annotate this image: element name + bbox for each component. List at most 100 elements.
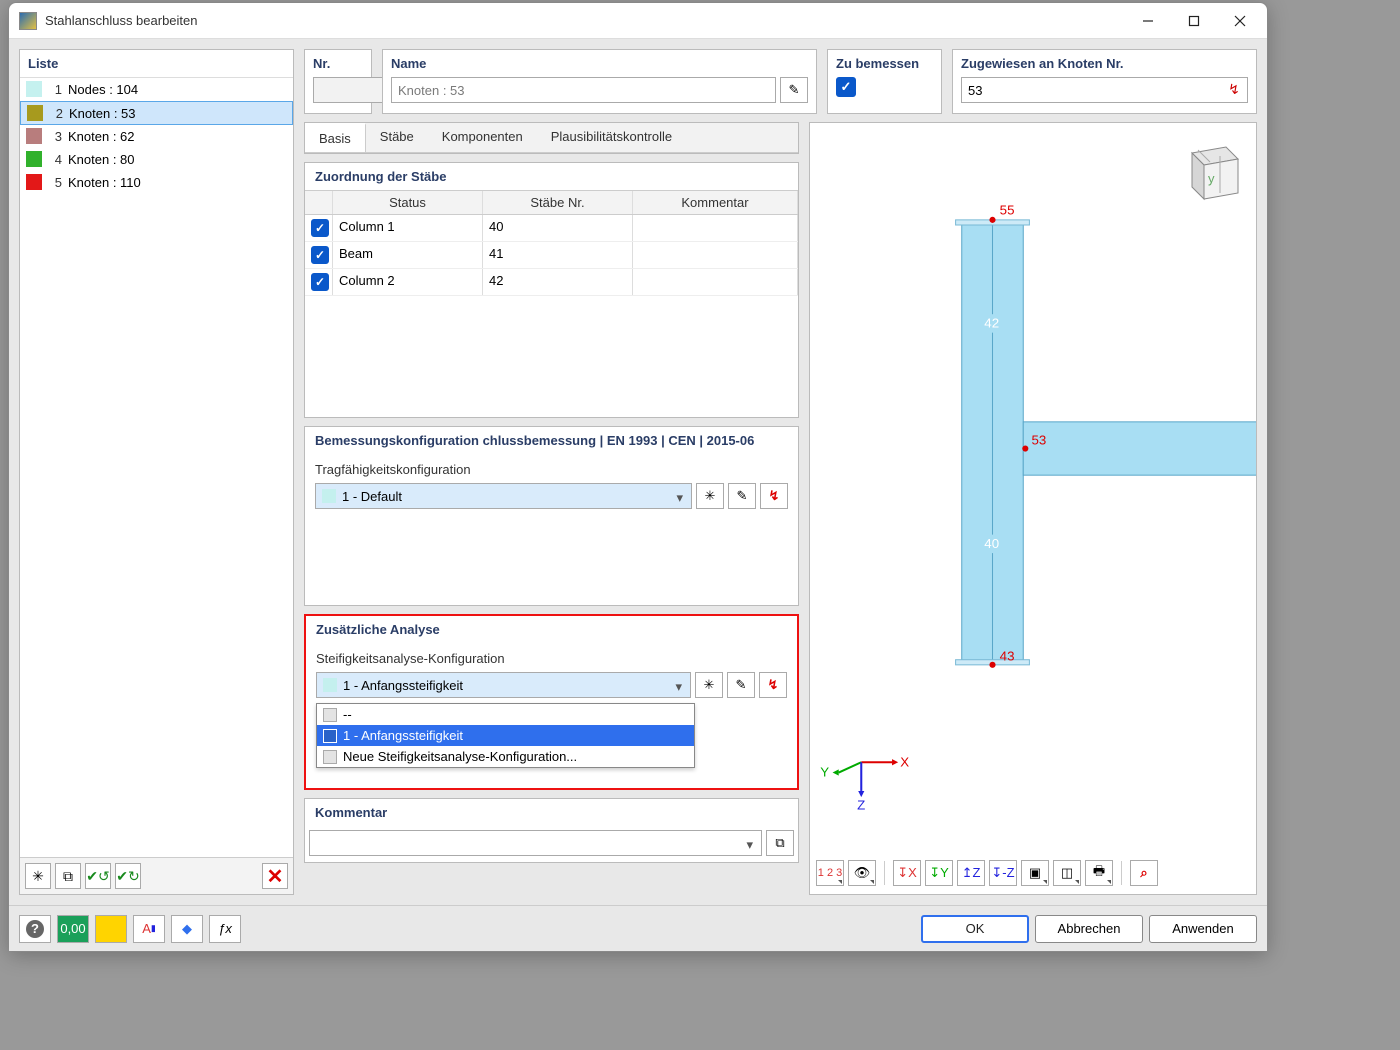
color-swatch — [26, 81, 42, 97]
duplicate-item-button[interactable]: ⧉ — [55, 863, 81, 889]
list-item[interactable]: 3 Knoten : 62 — [20, 125, 293, 148]
color-button[interactable] — [95, 915, 127, 943]
view-x-button[interactable]: ↧X — [893, 860, 921, 886]
edit-name-button[interactable]: ✎ — [780, 77, 808, 103]
edit-config-button[interactable]: ✎ — [728, 483, 756, 509]
table-row[interactable]: ✓ Column 2 42 — [305, 269, 798, 296]
list-item[interactable]: 2 Knoten : 53 — [20, 101, 293, 125]
window-controls — [1125, 6, 1263, 36]
row-checkbox[interactable]: ✓ — [311, 219, 329, 237]
maximize-button[interactable] — [1171, 6, 1217, 36]
help-button[interactable]: ? — [19, 915, 51, 943]
name-label: Name — [391, 56, 808, 71]
row-checkbox[interactable]: ✓ — [311, 273, 329, 291]
help-icon: ? — [26, 920, 44, 938]
list-item[interactable]: 1 Nodes : 104 — [20, 78, 293, 101]
svg-text:y: y — [1208, 171, 1215, 186]
app-icon — [19, 12, 37, 30]
view-iso-button[interactable]: ▣ — [1021, 860, 1049, 886]
pick-in-view-button[interactable]: ↯ — [1223, 78, 1245, 100]
delete-item-button[interactable]: ✕ — [262, 863, 288, 889]
color-swatch — [27, 105, 43, 121]
footer: ? 0,00 A▮ ◆ ƒx OK Abbrechen Anwenden — [9, 905, 1267, 951]
list-label: Knoten : 110 — [68, 175, 141, 190]
additional-analysis-section: Zusätzliche Analyse Steifigkeitsanalyse-… — [304, 614, 799, 790]
list-item[interactable]: 5 Knoten : 110 — [20, 171, 293, 194]
minimize-button[interactable] — [1125, 6, 1171, 36]
view-show-button[interactable]: 👁 — [848, 860, 876, 886]
glyph-button[interactable]: A▮ — [133, 915, 165, 943]
view-123-button[interactable]: 1 2 3 — [816, 860, 844, 886]
tabstrip: Basis Stäbe Komponenten Plausibilitätsko… — [305, 123, 798, 153]
bemessen-checkbox[interactable]: ✓ — [836, 77, 856, 97]
additional-label: Steifigkeitsanalyse-Konfiguration — [316, 651, 787, 666]
check-all-button[interactable]: ✔↺ — [85, 863, 111, 889]
color-swatch — [26, 128, 42, 144]
option-swatch — [323, 729, 337, 743]
comment-section: Kommentar ▾ ⧉ — [304, 798, 799, 863]
list-toolbar: ✳ ⧉ ✔↺ ✔↻ ✕ — [20, 857, 293, 894]
body: Liste 1 Nodes : 104 2 Knoten : 53 3 Knot… — [9, 39, 1267, 905]
row-checkbox[interactable]: ✓ — [311, 246, 329, 264]
name-input[interactable] — [391, 77, 776, 103]
view-cube[interactable]: y — [1172, 133, 1246, 207]
dropdown-option-new[interactable]: Neue Steifigkeitsanalyse-Konfiguration..… — [317, 746, 694, 767]
view-y-button[interactable]: ↧Y — [925, 860, 953, 886]
select-color — [323, 678, 337, 692]
config-section: Bemessungskonfiguration chlussbemessung … — [304, 426, 799, 606]
main-pane: Nr. Name ✎ Zu bemessen ✓ Zugewiesen an K… — [304, 49, 1257, 895]
table-row[interactable]: ✓ Beam 41 — [305, 242, 798, 269]
pick-config-button[interactable]: ↯ — [760, 483, 788, 509]
table-row[interactable]: ✓ Column 1 40 — [305, 215, 798, 242]
dropdown-option-empty[interactable]: -- — [317, 704, 694, 725]
config-select[interactable]: 1 - Default ▾ — [315, 483, 692, 509]
comment-library-button[interactable]: ⧉ — [766, 830, 794, 856]
new-config-button[interactable]: ✳ — [696, 483, 724, 509]
view-zoom-settings-button[interactable]: ⌕ — [1130, 860, 1158, 886]
edit-stiffness-button[interactable]: ✎ — [727, 672, 755, 698]
stiffness-select[interactable]: 1 - Anfangssteifigkeit ▾ — [316, 672, 691, 698]
window-title: Stahlanschluss bearbeiten — [45, 13, 198, 28]
dropdown-option-default[interactable]: 1 - Anfangssteifigkeit — [317, 725, 694, 746]
assigned-field-group: Zugewiesen an Knoten Nr. ↯ — [952, 49, 1257, 114]
cancel-button[interactable]: Abbrechen — [1035, 915, 1143, 943]
list-label: Knoten : 62 — [68, 129, 135, 144]
view-style-button[interactable]: ◫ — [1053, 860, 1081, 886]
tabs-container: Basis Stäbe Komponenten Plausibilitätsko… — [304, 122, 799, 154]
pick-stiffness-button[interactable]: ↯ — [759, 672, 787, 698]
bemessen-label: Zu bemessen — [836, 56, 933, 71]
left-pane: Liste 1 Nodes : 104 2 Knoten : 53 3 Knot… — [19, 49, 294, 895]
stiffness-selected: 1 - Anfangssteifigkeit — [343, 678, 463, 693]
config-label: Tragfähigkeitskonfiguration — [315, 462, 788, 477]
print-preview-button[interactable]: 🖶 — [1085, 860, 1113, 886]
close-button[interactable] — [1217, 6, 1263, 36]
link-button[interactable]: ◆ — [171, 915, 203, 943]
check-toggle-button[interactable]: ✔↻ — [115, 863, 141, 889]
assigned-input[interactable] — [961, 77, 1248, 103]
tab-plausibility[interactable]: Plausibilitätskontrolle — [537, 123, 686, 152]
list-item[interactable]: 4 Knoten : 80 — [20, 148, 293, 171]
ok-button[interactable]: OK — [921, 915, 1029, 943]
top-fields: Nr. Name ✎ Zu bemessen ✓ Zugewiesen an K… — [304, 49, 1257, 114]
comment-combo[interactable]: ▾ — [309, 830, 762, 856]
new-item-button[interactable]: ✳ — [25, 863, 51, 889]
col-nr: Stäbe Nr. — [483, 191, 633, 214]
config-selected: 1 - Default — [342, 489, 402, 504]
tab-staebe[interactable]: Stäbe — [366, 123, 428, 152]
members-title: Zuordnung der Stäbe — [305, 163, 798, 190]
preview-viewport[interactable]: X Y Z — [810, 123, 1256, 854]
tab-basis[interactable]: Basis — [305, 123, 366, 152]
comment-title: Kommentar — [305, 799, 798, 826]
members-section: Zuordnung der Stäbe Status Stäbe Nr. Kom… — [304, 162, 799, 418]
tab-komponenten[interactable]: Komponenten — [428, 123, 537, 152]
view-z-button[interactable]: ↥Z — [957, 860, 985, 886]
svg-text:53: 53 — [1031, 432, 1046, 447]
new-stiffness-button[interactable]: ✳ — [695, 672, 723, 698]
preview-pane: X Y Z — [809, 122, 1257, 895]
fx-button[interactable]: ƒx — [209, 915, 241, 943]
view-neg-z-button[interactable]: ↧-Z — [989, 860, 1017, 886]
units-button[interactable]: 0,00 — [57, 915, 89, 943]
select-color — [322, 489, 336, 503]
bemessen-field-group: Zu bemessen ✓ — [827, 49, 942, 114]
apply-button[interactable]: Anwenden — [1149, 915, 1257, 943]
